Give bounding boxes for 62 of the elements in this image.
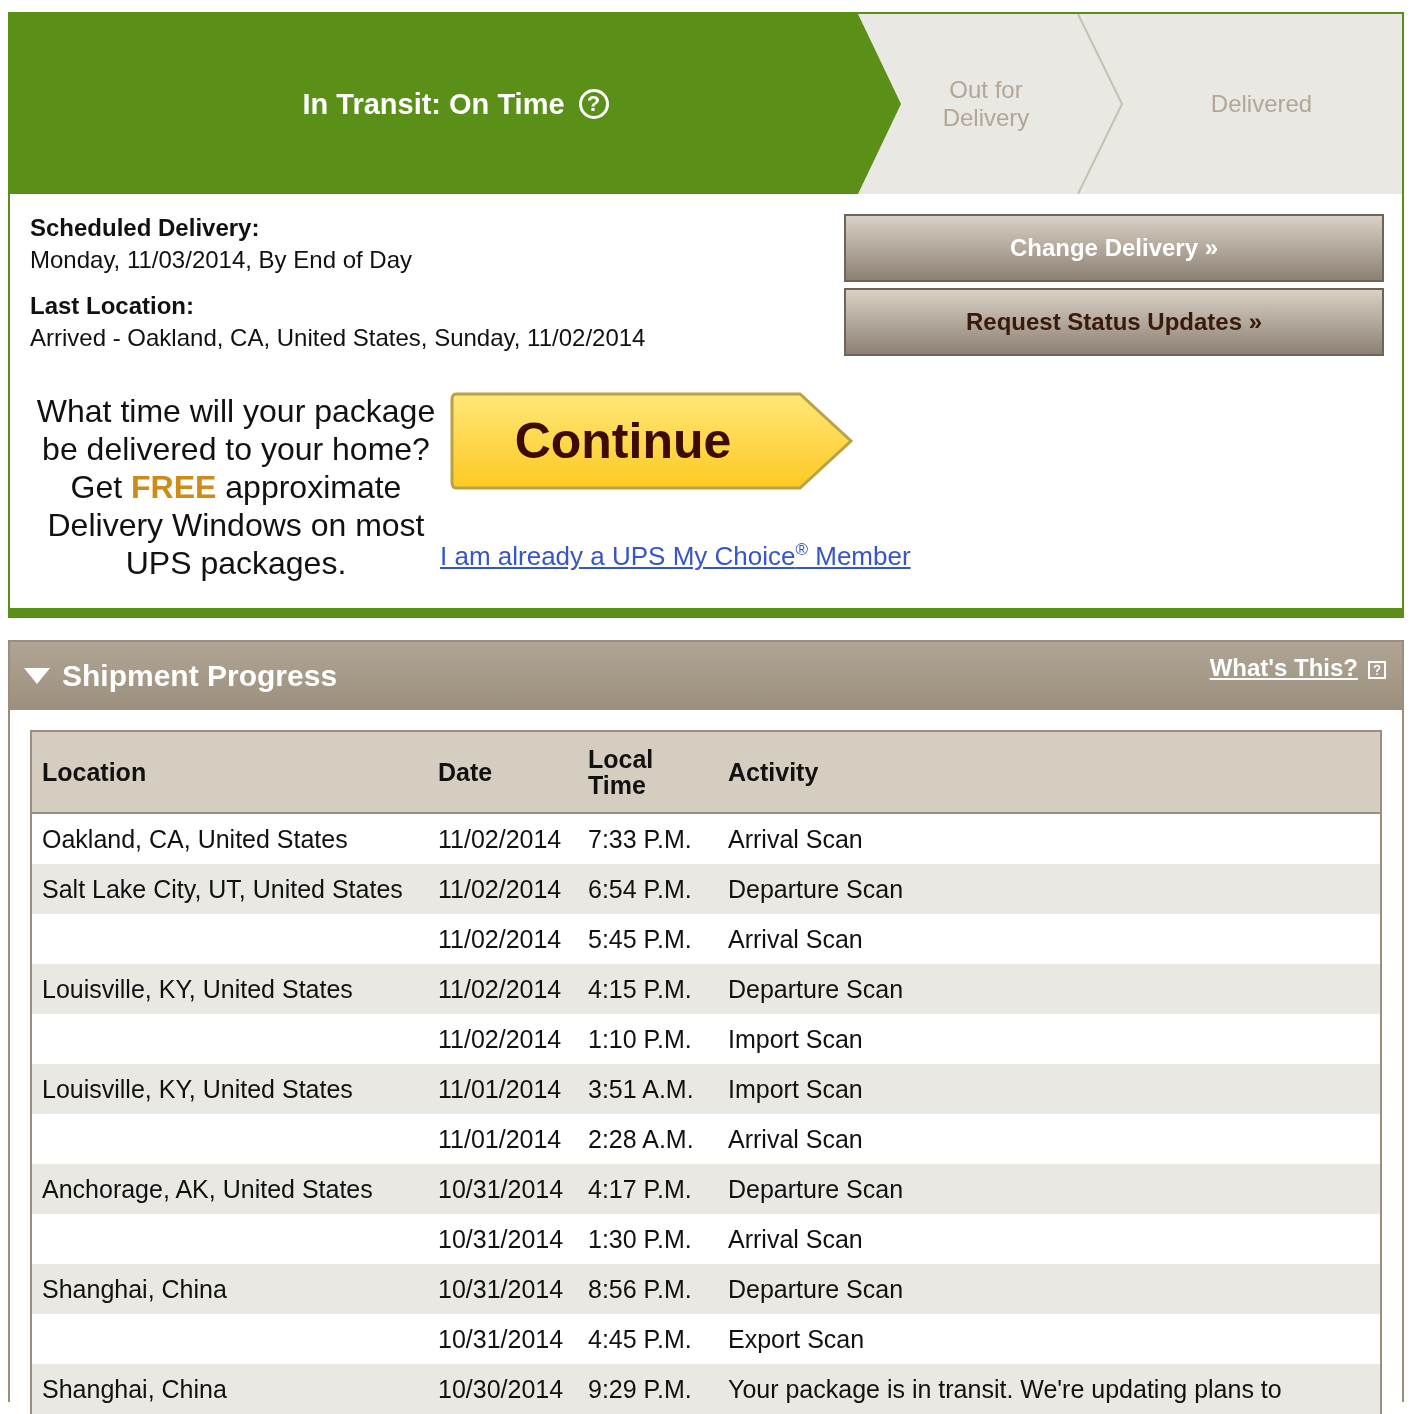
table-cell: Louisville, KY, United States — [42, 1074, 353, 1103]
table-cell: 7:33 P.M. — [588, 824, 692, 853]
table-cell: Arrival Scan — [728, 1124, 863, 1153]
table-cell: Departure Scan — [728, 974, 904, 1003]
help-icon[interactable]: ? — [578, 89, 609, 119]
progress-step: Out for Delivery — [901, 14, 1071, 194]
table-cell: Arrival Scan — [728, 1224, 863, 1253]
table-cell: 11/01/2014 — [438, 1124, 562, 1153]
table-cell: Departure Scan — [728, 1174, 904, 1203]
table-cell: 8:56 P.M. — [588, 1274, 692, 1303]
table-cell: Arrival Scan — [728, 824, 863, 853]
detail-label: Scheduled Delivery: — [30, 214, 261, 242]
table-cell: Departure Scan — [728, 1274, 904, 1303]
table-cell: 11/02/2014 — [438, 974, 562, 1003]
table-cell: 10/31/2014 — [438, 1274, 564, 1303]
table-cell: Louisville, KY, United States — [42, 974, 353, 1003]
collapse-icon[interactable] — [24, 668, 50, 684]
progress-step: Delivered — [1121, 14, 1402, 194]
table-cell: 1:10 P.M. — [588, 1024, 692, 1053]
section-title: Shipment Progress — [62, 659, 338, 693]
promo-text: What time will your package be delivered to your home? Get FREE approximate Delivery Windows on most UPS packages. — [35, 392, 437, 582]
action-button[interactable]: Request Status Updates » — [844, 288, 1384, 356]
continue-button[interactable]: Continue — [450, 392, 854, 490]
table-cell: 11/02/2014 — [438, 924, 562, 953]
table-cell: 10/30/2014 — [438, 1374, 564, 1403]
table-cell: 11/02/2014 — [438, 824, 562, 853]
table-cell: Shanghai, China — [42, 1374, 227, 1403]
table-cell: 9:29 P.M. — [588, 1374, 692, 1403]
table-cell: Shanghai, China — [42, 1274, 227, 1303]
help-icon[interactable] — [1368, 661, 1386, 679]
table-cell: Departure Scan — [728, 874, 904, 903]
table-cell: 3:51 A.M. — [588, 1074, 694, 1103]
detail-label: Last Location: — [30, 292, 195, 320]
progress-step: In Transit: On Time ? — [10, 14, 901, 194]
detail-value: Arrived - Oakland, CA, United States, Sunday, 11/02/2014 — [30, 324, 646, 352]
column-header: Local Time — [578, 731, 718, 813]
table-cell: 4:45 P.M. — [588, 1324, 692, 1353]
table-cell: 10/31/2014 — [438, 1174, 564, 1203]
table-cell: 11/01/2014 — [438, 1074, 562, 1103]
table-cell: 10/31/2014 — [438, 1224, 564, 1253]
column-header: Activity — [718, 731, 1381, 813]
table-cell: Oakland, CA, United States — [42, 824, 348, 853]
table-cell: 6:54 P.M. — [588, 874, 692, 903]
table-cell: Salt Lake City, UT, United States — [42, 874, 403, 903]
table-cell: 2:28 A.M. — [588, 1124, 694, 1153]
table-cell: 11/02/2014 — [438, 1024, 562, 1053]
table-cell: Arrival Scan — [728, 924, 863, 953]
column-header: Date — [428, 731, 578, 813]
table-cell: Import Scan — [728, 1074, 863, 1103]
table-cell: Export Scan — [728, 1324, 865, 1353]
table-cell: 11/02/2014 — [438, 874, 562, 903]
table-cell: Your package is in transit. We're updating plans to — [728, 1374, 1282, 1403]
table-cell: 10/31/2014 — [438, 1324, 564, 1353]
table-cell: 4:15 P.M. — [588, 974, 692, 1003]
table-cell: 5:45 P.M. — [588, 924, 692, 953]
table-cell: Import Scan — [728, 1024, 863, 1053]
member-link[interactable]: I am already a UPS My Choice$^{®}$ Member — [440, 540, 911, 572]
table-cell: 1:30 P.M. — [588, 1224, 692, 1253]
table-cell: 4:17 P.M. — [588, 1174, 692, 1203]
table-cell: Anchorage, AK, United States — [42, 1174, 373, 1203]
column-header: Location — [31, 731, 428, 813]
detail-value: Monday, 11/03/2014, By End of Day — [30, 246, 414, 274]
